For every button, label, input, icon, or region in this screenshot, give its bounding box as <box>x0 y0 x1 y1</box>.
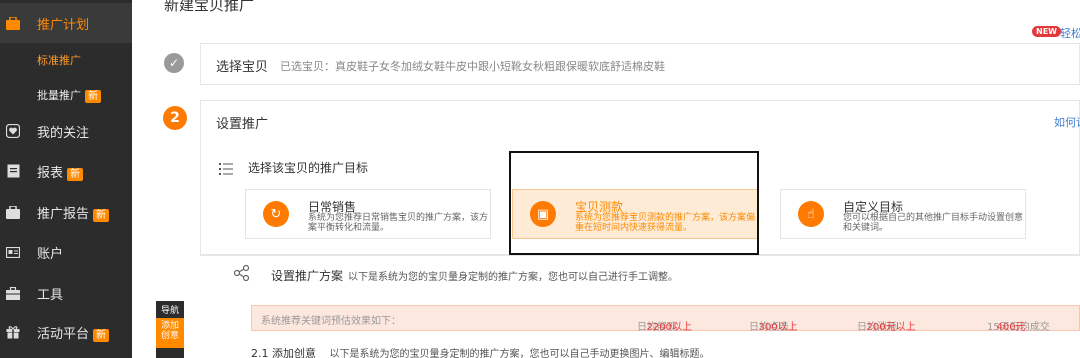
page-title: 新建宝贝推广 <box>164 0 255 14</box>
sidebar-item-activity[interactable]: 活动平台新 <box>0 312 132 352</box>
goal-title: 选择该宝贝的推广目标 <box>248 161 369 175</box>
sidebar-item-label: 报表新 <box>37 162 84 181</box>
sidebar-item-label: 工具 <box>37 287 64 303</box>
briefcase-icon <box>6 16 20 30</box>
refresh-icon: ↻ <box>263 201 289 227</box>
check-icon: ✓ <box>164 53 184 73</box>
plan-desc: 以下是系统为您的宝贝量身定制的推广方案，您也可以自己进行手工调整。 <box>348 272 678 283</box>
sidebar-item-label: 推广报告新 <box>37 203 110 222</box>
briefcase-icon <box>6 205 20 219</box>
list-icon <box>219 160 233 179</box>
highlight-frame <box>509 151 759 255</box>
sidebar-item-tools[interactable]: 工具 <box>0 273 132 313</box>
id-card-icon <box>6 245 20 259</box>
sidebar-item-follow[interactable]: 我的关注 <box>0 111 132 151</box>
howto-link[interactable]: 如何设 <box>1054 114 1080 130</box>
floating-nav-add-creative[interactable]: 添加 创意 <box>156 318 184 348</box>
stat-daily-clicks: 日均点击 300以上 <box>749 322 798 333</box>
keyword-bar-label: 系统推荐关键词预估效果如下： <box>261 316 401 327</box>
new-badge: NEW <box>1032 26 1061 37</box>
sidebar-subitem-batch[interactable]: 批量推广新 <box>37 87 101 103</box>
goal-card-desc: 系统为您推荐日常销售宝贝的推广方案，该方案平衡转化和流量。 <box>308 213 489 233</box>
heart-icon <box>6 124 20 138</box>
step2-label: 设置推广 <box>216 117 269 132</box>
goal-card-desc: 您可以根据自己的其他推广目标手动设置创意和关键词。 <box>843 213 1024 233</box>
gift-icon <box>6 325 20 339</box>
sidebar: 推广计划 标准推广 批量推广新 我的关注 报表新 推广报告新 账户 工具 活动平… <box>0 0 132 358</box>
sidebar-item-report[interactable]: 报表新 <box>0 151 132 191</box>
goal-card-daily-sales[interactable]: ↻ 日常销售 系统为您推荐日常销售宝贝的推广方案，该方案平衡转化和流量。 <box>245 189 491 239</box>
toolbox-icon <box>6 286 20 300</box>
new-badge: 新 <box>85 90 101 103</box>
stat-daily-impressions: 日均展现 2200以上 <box>637 322 692 333</box>
selected-item-text: 已选宝贝：真皮鞋子女冬加绒女鞋牛皮中跟小短靴女秋粗跟保暖软底舒适棉皮鞋 <box>280 60 665 73</box>
add-creative-row: 2.1 添加创意 以下是系统为您的宝贝量身定制的推广方案，您也可以自己手动更换图… <box>251 345 710 358</box>
new-badge: 新 <box>93 208 110 222</box>
step1-label: 选择宝贝 <box>216 60 269 75</box>
stat-15day-deals: 15天日均成交 400元 <box>987 322 1050 333</box>
new-badge: 新 <box>93 328 110 342</box>
floating-nav-title: 导航 <box>156 301 184 318</box>
keyword-estimate-bar: 系统推荐关键词预估效果如下： 日均展现 2200以上 日均点击 300以上 日均… <box>251 305 1080 333</box>
share-nodes-icon <box>233 264 251 286</box>
sidebar-item-plan[interactable]: 推广计划 <box>0 3 132 43</box>
plan-title: 设置推广方案 <box>271 269 344 283</box>
sidebar-item-label: 账户 <box>37 246 64 262</box>
easy-link[interactable]: 轻松 <box>1060 25 1080 41</box>
sidebar-item-label: 活动平台新 <box>37 323 110 342</box>
report-icon <box>6 164 20 178</box>
sidebar-item-label: 推广计划 <box>37 17 90 33</box>
add-creative-label: 2.1 添加创意 <box>251 347 316 358</box>
floating-nav-footer <box>156 348 184 358</box>
hand-pointer-icon: ☝ <box>798 201 824 227</box>
goal-card-custom[interactable]: ☝ 自定义目标 您可以根据自己的其他推广目标手动设置创意和关键词。 <box>780 189 1026 239</box>
stat-daily-spend: 日均消耗 200元以上 <box>857 322 916 333</box>
floating-nav[interactable]: 导航 添加 创意 <box>156 301 184 358</box>
sidebar-item-promo-report[interactable]: 推广报告新 <box>0 192 132 232</box>
step-number-badge: 2 <box>163 106 187 130</box>
add-creative-desc: 以下是系统为您的宝贝量身定制的推广方案，您也可以自己手动更换图片、编辑标题。 <box>329 349 710 358</box>
sidebar-subitem-standard[interactable]: 标准推广 <box>37 52 81 68</box>
new-badge: 新 <box>67 167 84 181</box>
sidebar-item-label: 我的关注 <box>37 125 90 141</box>
sidebar-item-account[interactable]: 账户 <box>0 232 132 272</box>
sidebar-subitem-label: 批量推广 <box>37 89 81 102</box>
